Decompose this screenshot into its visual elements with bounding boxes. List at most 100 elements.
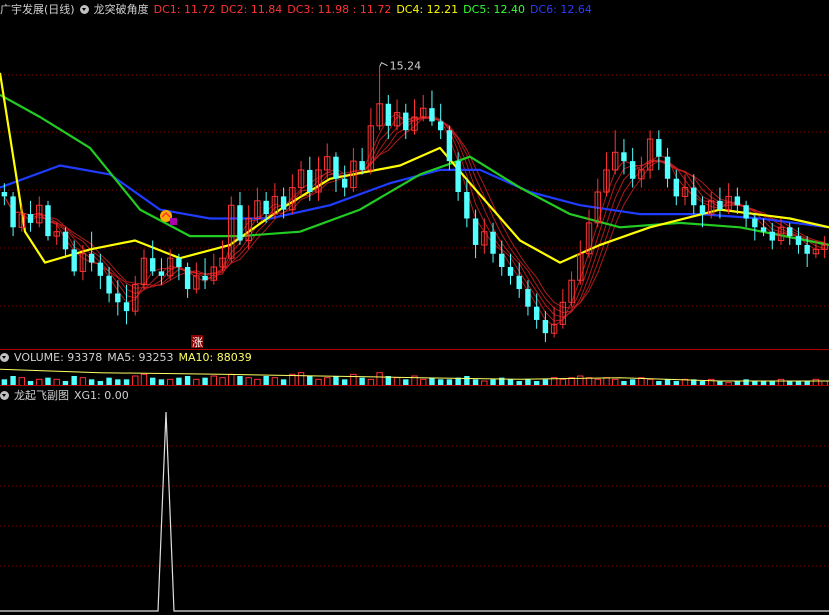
candle-body <box>525 289 531 307</box>
volume-bar <box>219 377 226 386</box>
volume-label: VOLUME: 93378 <box>14 351 103 364</box>
dc1-label: DC1: 11.72 <box>153 3 216 16</box>
volume-bar <box>210 375 217 386</box>
candle-body <box>516 275 522 290</box>
candle-body <box>769 231 775 241</box>
candle-body <box>71 249 77 272</box>
candle-body <box>333 156 339 179</box>
candle-body <box>621 152 627 162</box>
dc-red-line-2 <box>3 116 825 322</box>
candle-body <box>184 267 191 290</box>
candle-body <box>10 196 16 228</box>
ma10-label: MA10: 88039 <box>178 351 252 364</box>
candle-body <box>664 156 671 179</box>
high-marker-arrow <box>379 62 388 67</box>
candle-body <box>673 178 679 197</box>
candle-body <box>499 253 505 267</box>
candlestick-chart[interactable]: 15.24涨 <box>0 20 829 350</box>
volume-header: VOLUME: 93378 MA5: 93253 MA10: 88039 <box>0 348 257 368</box>
dc2-label: DC2: 11.84 <box>220 3 283 16</box>
volume-bar <box>176 377 182 386</box>
candle-body <box>403 112 409 131</box>
indicator-name: 龙突破角度 <box>93 3 149 16</box>
volume-bar <box>585 377 593 386</box>
candle-body <box>717 200 723 210</box>
volume-bar <box>150 377 156 386</box>
candle-body <box>629 161 636 179</box>
volume-bar <box>245 377 252 386</box>
stock-chart-window: 广宇发展(日线) 龙突破角度 DC1: 11.72 DC2: 11.84 DC3: 11… <box>0 0 829 615</box>
volume-bar <box>577 375 584 386</box>
volume-bar <box>333 376 339 386</box>
volume-bar <box>289 373 296 386</box>
candle-body <box>123 302 130 312</box>
candle-body <box>263 200 269 215</box>
candle-body <box>472 218 479 245</box>
candle-body <box>150 258 156 272</box>
dc5-label: DC5: 12.40 <box>463 3 526 16</box>
sub-dropdown-icon[interactable] <box>0 391 9 400</box>
candle-body <box>734 196 741 206</box>
candle-body <box>202 275 208 281</box>
volume-bar <box>228 373 235 386</box>
sub-title: 龙起飞副图 <box>14 389 69 402</box>
candle-body <box>464 192 470 219</box>
volume-chart[interactable] <box>0 366 829 386</box>
dc4-label: DC4: 12.21 <box>396 3 459 16</box>
candle-body <box>176 258 182 267</box>
candle-body <box>307 169 313 192</box>
candle-body <box>27 214 34 223</box>
dc3-label: DC3: 11.98 : 11.72 <box>287 3 392 16</box>
candle-body <box>106 275 112 294</box>
candle-body <box>542 319 549 334</box>
volume-bar <box>393 377 401 386</box>
candle-body <box>97 262 104 276</box>
candle-body <box>804 244 810 254</box>
candle-body <box>115 293 121 303</box>
candle-body <box>699 205 706 215</box>
candle-body <box>760 227 767 232</box>
volume-bar <box>464 376 470 386</box>
candle-body <box>341 178 348 188</box>
volume-bar <box>106 377 112 386</box>
candle-body <box>455 161 461 192</box>
volume-bar <box>132 375 139 386</box>
dc-red-line-3 <box>3 117 825 318</box>
volume-dropdown-icon[interactable] <box>0 353 9 362</box>
main-chart-header: 广宇发展(日线) 龙突破角度 DC1: 11.72 DC2: 11.84 DC3: 11… <box>0 0 597 20</box>
candle-body <box>533 306 540 320</box>
candle-body <box>490 231 496 254</box>
volume-bar <box>307 376 313 386</box>
volume-bar <box>603 377 610 386</box>
candle-body <box>752 218 758 228</box>
volume-bar <box>71 376 77 386</box>
candle-body <box>45 205 51 237</box>
volume-bar <box>45 377 51 386</box>
volume-bar <box>263 376 269 386</box>
candle-body <box>743 205 749 219</box>
volume-ma-line <box>0 368 829 382</box>
xg1-label: XG1: 0.00 <box>74 389 129 402</box>
candle-body <box>62 231 69 250</box>
candle-body <box>691 187 697 206</box>
xg1-signal-line <box>0 411 829 612</box>
volume-bar <box>184 376 191 386</box>
signal-chart[interactable] <box>0 406 829 615</box>
candle-body <box>446 130 453 162</box>
volume-bar <box>140 373 148 386</box>
volume-bar <box>237 376 243 386</box>
candle-body <box>280 196 287 210</box>
candle-body <box>787 227 793 237</box>
indicator-dropdown-icon[interactable] <box>79 5 89 14</box>
ma5-label: MA5: 93253 <box>107 351 174 364</box>
candle-body <box>795 236 802 245</box>
volume-bar <box>455 377 461 386</box>
volume-bar <box>18 377 26 386</box>
volume-bar <box>359 377 365 386</box>
candle-body <box>158 271 165 276</box>
volume-bar <box>324 377 331 386</box>
volume-bar <box>79 377 87 386</box>
stock-title: 广宇发展(日线) <box>0 3 75 16</box>
sub-chart-header: 龙起飞副图 XG1: 0.00 <box>0 386 134 406</box>
candle-body <box>385 103 392 126</box>
